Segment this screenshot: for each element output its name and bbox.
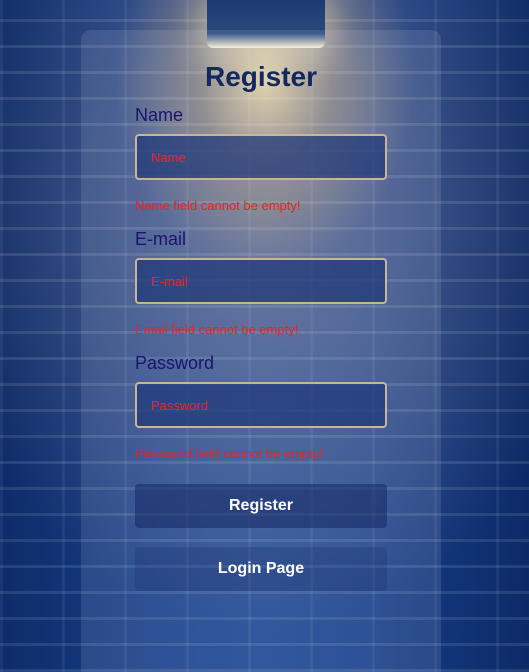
name-error: Name field cannot be empty! — [135, 198, 301, 213]
login-page-button[interactable]: Login Page — [135, 547, 387, 591]
password-input[interactable] — [135, 382, 387, 428]
page-title: Register — [204, 61, 318, 92]
email-error: Email field cannot be empty! — [135, 322, 299, 337]
email-input[interactable] — [135, 258, 387, 304]
password-label: Password — [135, 353, 215, 373]
name-input[interactable] — [135, 134, 387, 180]
name-label: Name — [135, 105, 184, 125]
register-card: Register Name Name field cannot be empty… — [81, 30, 441, 672]
register-button[interactable]: Register — [135, 484, 387, 528]
password-error: Password field cannot be empty! — [135, 446, 323, 461]
email-label: E-mail — [135, 229, 187, 249]
